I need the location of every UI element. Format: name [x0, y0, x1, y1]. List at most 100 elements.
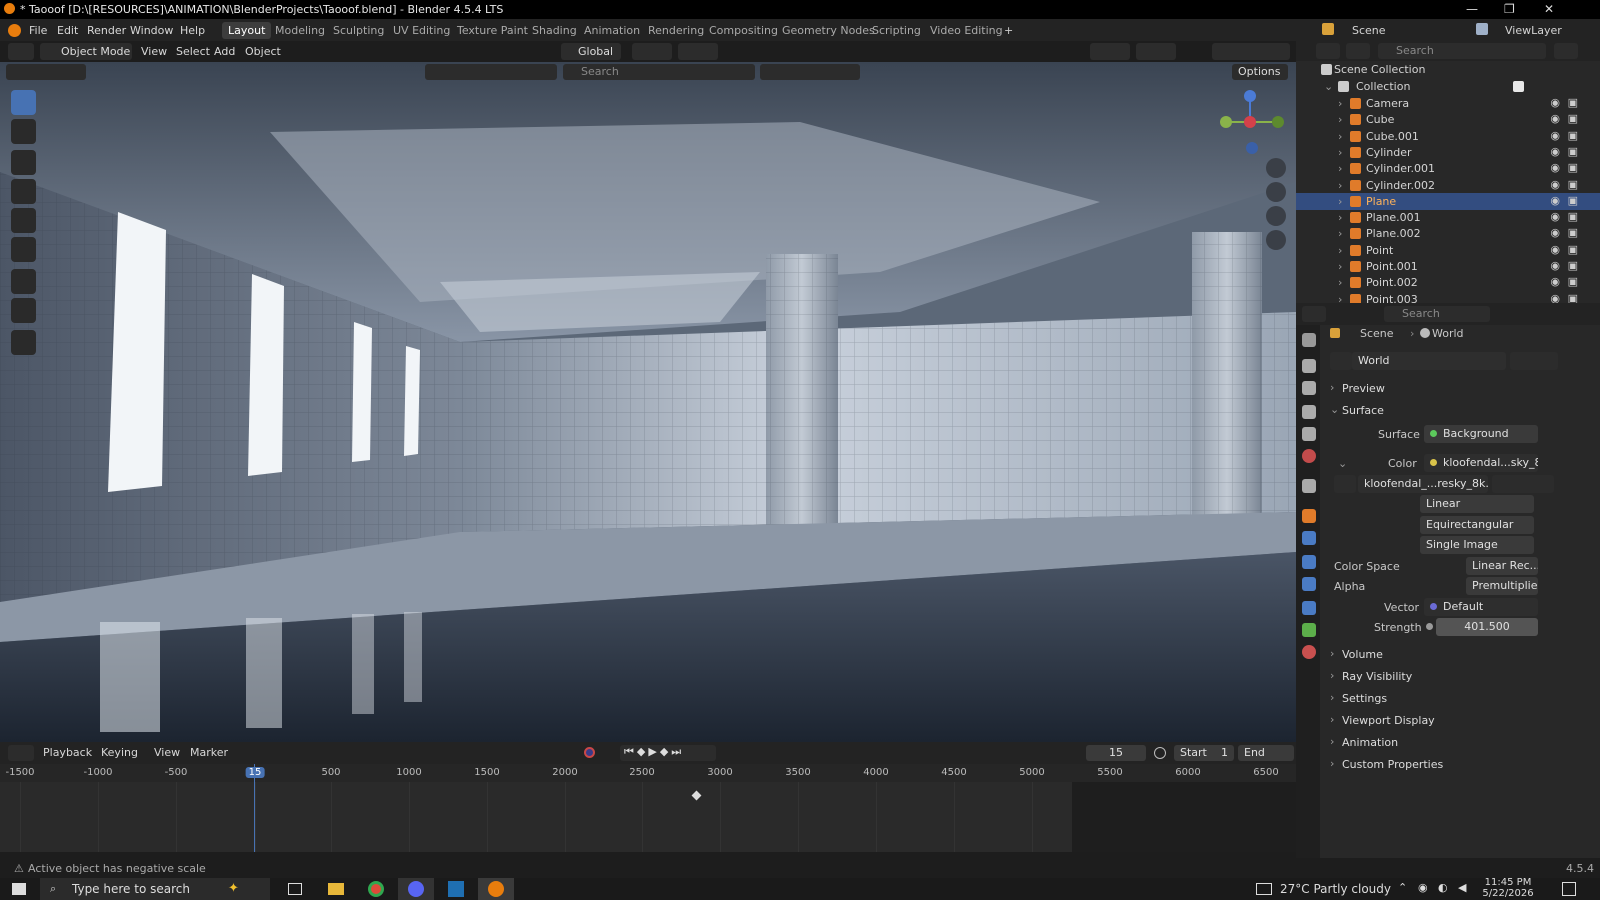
- vector-input-field[interactable]: Default: [1424, 598, 1538, 616]
- pivot-point-button[interactable]: [632, 43, 672, 60]
- panel-collapsed[interactable]: › Volume: [1324, 644, 1594, 664]
- timeline-menu-marker[interactable]: Marker: [190, 746, 228, 759]
- outliner-item[interactable]: › Cylinder ◉ ▣: [1296, 144, 1600, 161]
- expand-chevron-icon[interactable]: ›: [1338, 179, 1342, 192]
- tab-layout[interactable]: Layout: [222, 22, 272, 39]
- visibility-eye-icon[interactable]: ◉: [1550, 194, 1560, 207]
- outliner-item[interactable]: › Cylinder.001 ◉ ▣: [1296, 160, 1600, 177]
- tab-shading[interactable]: Shading: [526, 22, 583, 39]
- current-frame-indicator[interactable]: 15: [245, 767, 265, 778]
- render-camera-icon[interactable]: ▣: [1568, 292, 1578, 303]
- visibility-eye-icon[interactable]: ◉: [1550, 292, 1560, 303]
- image-browse-button[interactable]: [1334, 475, 1356, 493]
- overlay-toggle-button[interactable]: [1136, 43, 1176, 60]
- world-datablock-buttons[interactable]: [1510, 352, 1558, 370]
- strength-field[interactable]: 401.500: [1436, 618, 1538, 636]
- object-tab-icon[interactable]: [1302, 509, 1316, 523]
- render-camera-icon[interactable]: ▣: [1568, 112, 1578, 125]
- particles-tab-icon[interactable]: [1302, 555, 1316, 569]
- properties-editor-type[interactable]: [1302, 306, 1326, 322]
- viewport-filter-buttons[interactable]: [425, 64, 557, 80]
- transform-orientation-dropdown[interactable]: Global: [561, 43, 621, 60]
- blender-menu-icon[interactable]: [8, 24, 21, 37]
- collection-checkbox[interactable]: [1513, 81, 1524, 92]
- playhead-line[interactable]: [254, 764, 255, 852]
- world-browse-button[interactable]: [1330, 352, 1352, 370]
- visibility-eye-icon[interactable]: ◉: [1550, 243, 1560, 256]
- volume-icon[interactable]: ◀: [1458, 881, 1466, 894]
- expand-chevron-icon[interactable]: ›: [1338, 195, 1342, 208]
- auto-keying-icon[interactable]: [584, 747, 595, 758]
- modifier-tab-icon[interactable]: [1302, 531, 1316, 545]
- panel-preview[interactable]: › Preview: [1324, 378, 1594, 398]
- expand-chevron-icon[interactable]: ›: [1338, 276, 1342, 289]
- 3d-viewport[interactable]: Search Options: [0, 62, 1296, 742]
- scale-tool[interactable]: [11, 208, 36, 233]
- panel-collapsed[interactable]: › Viewport Display: [1324, 710, 1594, 730]
- projection-dropdown[interactable]: Equirectangular: [1420, 516, 1534, 534]
- timeline-menu-playback[interactable]: Playback: [43, 746, 92, 759]
- outliner-item[interactable]: › Point.001 ◉ ▣: [1296, 258, 1600, 275]
- end-frame-field[interactable]: End5250: [1238, 745, 1294, 761]
- viewport-search-input[interactable]: Search: [563, 64, 755, 80]
- start-frame-field[interactable]: Start 1: [1174, 745, 1234, 761]
- outliner-item[interactable]: › Cube ◉ ▣: [1296, 111, 1600, 128]
- viewlayer-name[interactable]: ViewLayer: [1505, 24, 1562, 37]
- timeline-ruler[interactable]: -1500 -1000 -500 15 500 1000 1500 2000 2500 3000 3…: [0, 764, 1296, 782]
- visibility-eye-icon[interactable]: ◉: [1550, 210, 1560, 223]
- network-icon[interactable]: ◉: [1418, 881, 1428, 894]
- viewport-menu-view[interactable]: View: [141, 45, 167, 58]
- panel-surface[interactable]: ⌄ Surface: [1324, 400, 1594, 420]
- navigation-gizmo[interactable]: [1214, 86, 1286, 158]
- panel-collapsed[interactable]: › Settings: [1324, 688, 1594, 708]
- clock-date[interactable]: 5/22/2026: [1478, 888, 1538, 899]
- expand-chevron-icon[interactable]: ›: [1338, 146, 1342, 159]
- expand-chevron-icon[interactable]: ›: [1338, 293, 1342, 303]
- render-tab-icon[interactable]: [1302, 359, 1316, 373]
- close-button[interactable]: ✕: [1544, 2, 1554, 16]
- move-tool[interactable]: [11, 150, 36, 175]
- taskbar-search-box[interactable]: ⌕ Type here to search ✦: [40, 878, 270, 900]
- tab-rendering[interactable]: Rendering: [642, 22, 710, 39]
- panel-collapsed[interactable]: › Custom Properties: [1324, 754, 1594, 774]
- outliner-item[interactable]: › Point ◉ ▣: [1296, 242, 1600, 259]
- outliner-search-input[interactable]: Search: [1378, 43, 1546, 59]
- visibility-eye-icon[interactable]: ◉: [1550, 112, 1560, 125]
- render-camera-icon[interactable]: ▣: [1568, 145, 1578, 158]
- expand-chevron-icon[interactable]: ›: [1338, 130, 1342, 143]
- outliner-filter-button[interactable]: [1554, 43, 1578, 59]
- perspective-toggle-icon[interactable]: [1266, 230, 1286, 250]
- viewport-display-buttons[interactable]: [760, 64, 860, 80]
- visibility-eye-icon[interactable]: ◉: [1550, 178, 1560, 191]
- color-input-field[interactable]: kloofendal...sky_8k.exr: [1424, 454, 1538, 472]
- app-icon[interactable]: [438, 878, 474, 900]
- clock-time[interactable]: 11:45 PM: [1478, 877, 1538, 888]
- expand-chevron-icon[interactable]: ›: [1338, 244, 1342, 257]
- weather-text[interactable]: 27°C Partly cloudy: [1280, 882, 1391, 896]
- outliner-item[interactable]: › Plane.002 ◉ ▣: [1296, 225, 1600, 242]
- world-tab-icon[interactable]: [1302, 449, 1316, 463]
- add-workspace-button[interactable]: +: [998, 22, 1019, 39]
- chrome-icon[interactable]: [358, 878, 394, 900]
- render-camera-icon[interactable]: ▣: [1568, 226, 1578, 239]
- color-expand-chevron[interactable]: ⌄: [1338, 457, 1347, 470]
- constraints-tab-icon[interactable]: [1302, 601, 1316, 615]
- render-camera-icon[interactable]: ▣: [1568, 161, 1578, 174]
- transform-tool[interactable]: [11, 237, 36, 262]
- visibility-eye-icon[interactable]: ◉: [1550, 129, 1560, 142]
- visibility-eye-icon[interactable]: ◉: [1550, 145, 1560, 158]
- outliner-item[interactable]: › Plane.001 ◉ ▣: [1296, 209, 1600, 226]
- cursor-tool[interactable]: [11, 119, 36, 144]
- physics-tab-icon[interactable]: [1302, 577, 1316, 591]
- restore-button[interactable]: ❐: [1504, 2, 1515, 16]
- surface-shader-field[interactable]: Background: [1424, 425, 1538, 443]
- task-view-icon[interactable]: [278, 878, 314, 900]
- timeline-track-area[interactable]: [0, 764, 1296, 852]
- outliner-scene-collection[interactable]: Scene Collection: [1296, 61, 1600, 78]
- windows-start-icon[interactable]: [12, 883, 26, 895]
- outliner-item[interactable]: › Cylinder.002 ◉ ▣: [1296, 177, 1600, 194]
- color-space-dropdown[interactable]: Linear Rec....: [1466, 557, 1538, 575]
- render-camera-icon[interactable]: ▣: [1568, 129, 1578, 142]
- outliner-collection[interactable]: ⌄ Collection: [1296, 78, 1600, 95]
- world-name-field[interactable]: World: [1352, 352, 1506, 370]
